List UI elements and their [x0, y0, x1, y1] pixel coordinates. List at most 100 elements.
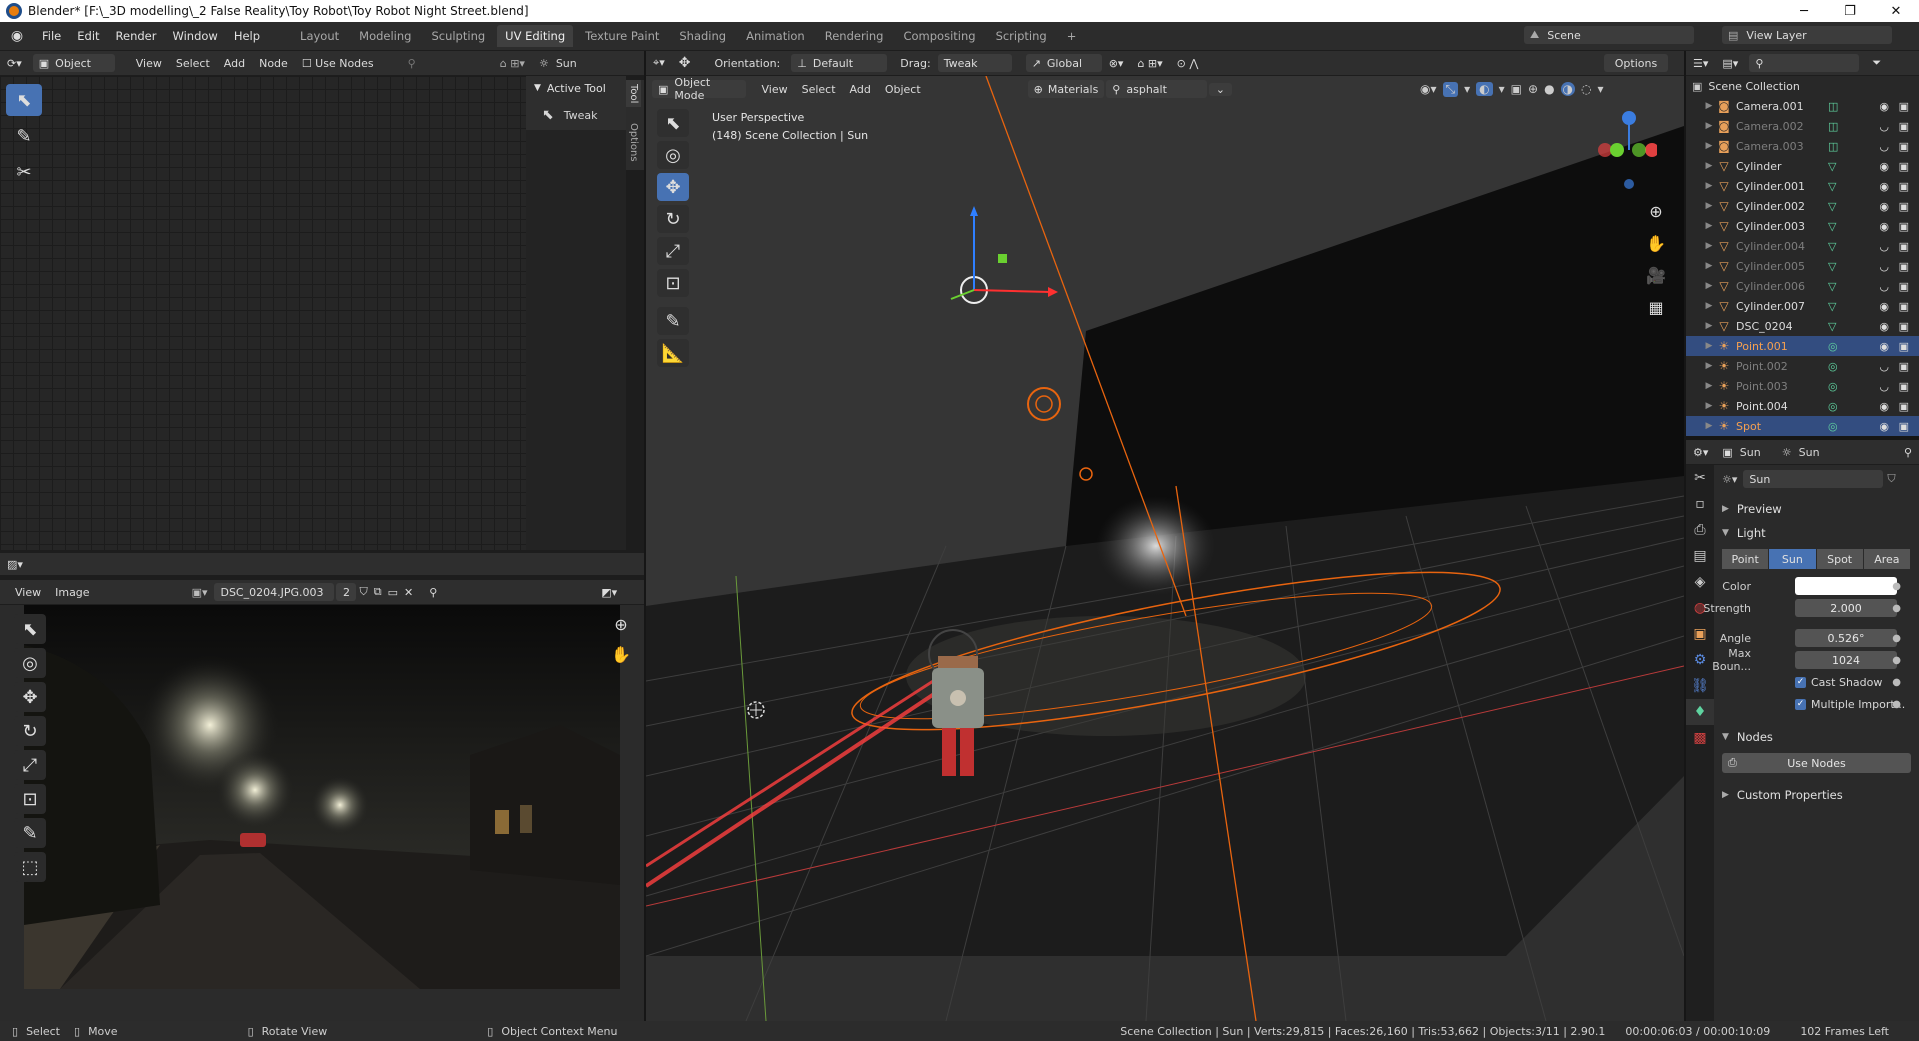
menu-file[interactable]: File: [34, 29, 69, 43]
link-cut-tool-icon[interactable]: ✂: [6, 156, 42, 188]
render-toggle-icon[interactable]: ▣: [1899, 380, 1909, 393]
fake-user-shield-icon[interactable]: ⛉: [1887, 472, 1895, 486]
transform-orientation-select[interactable]: ↗ Global: [1025, 54, 1102, 72]
angle-keyframe-dot[interactable]: ●: [1892, 633, 1901, 644]
nodes-section[interactable]: ▼ Nodes: [1714, 725, 1919, 749]
render-toggle-icon[interactable]: ▣: [1899, 200, 1909, 213]
expand-arrow-icon[interactable]: ▶: [1702, 361, 1716, 371]
light-data-icon[interactable]: ◎: [1828, 400, 1838, 413]
outliner-item[interactable]: ▶ ☀ Point.001 ◎ ◉ ▣: [1686, 336, 1919, 356]
pan-icon[interactable]: ✋: [1640, 228, 1672, 260]
image-name-field[interactable]: DSC_0204.JPG.003: [214, 583, 335, 601]
cursor-tool-icon[interactable]: ◎: [14, 648, 46, 678]
color-swatch[interactable]: [1795, 577, 1897, 595]
camera-data-icon[interactable]: ◫: [1828, 120, 1838, 133]
mesh-data-icon[interactable]: ▽: [1828, 160, 1836, 173]
outliner-item-name[interactable]: Cylinder.005: [1736, 260, 1828, 273]
tab-modeling[interactable]: Modeling: [351, 25, 419, 47]
options-dropdown[interactable]: Options: [1604, 54, 1668, 72]
tab-rendering[interactable]: Rendering: [817, 25, 892, 47]
viewport-menu-add[interactable]: Add: [843, 83, 878, 96]
camera-data-icon[interactable]: ◫: [1828, 100, 1838, 113]
node-menu-select[interactable]: Select: [169, 57, 217, 70]
outliner-item[interactable]: ▶ ▽ Cylinder.002 ▽ ◉ ▣: [1686, 196, 1919, 216]
visibility-eye-icon[interactable]: ◡: [1879, 280, 1889, 293]
render-toggle-icon[interactable]: ▣: [1899, 280, 1909, 293]
viewport-menu-view[interactable]: View: [754, 83, 794, 96]
mesh-data-icon[interactable]: ▽: [1828, 180, 1836, 193]
measure-tool-icon[interactable]: 📐: [657, 339, 689, 367]
outliner-item[interactable]: ▶ ▽ Cylinder.007 ▽ ◉ ▣: [1686, 296, 1919, 316]
outliner-item-name[interactable]: Camera.001: [1736, 100, 1828, 113]
image-pan-icon[interactable]: ✋: [606, 645, 636, 664]
menu-help[interactable]: Help: [226, 29, 268, 43]
display-mode-select-icon[interactable]: ▤▾: [1715, 57, 1745, 70]
render-toggle-icon[interactable]: ▣: [1899, 300, 1909, 313]
modifier-tab-icon[interactable]: ⚙: [1686, 647, 1714, 673]
add-workspace-button[interactable]: +: [1059, 25, 1085, 47]
material-search-field[interactable]: ⚲ asphalt: [1106, 80, 1207, 98]
light-browse-icon[interactable]: ☼▾: [1722, 473, 1737, 486]
outliner-item[interactable]: ▶ ☀ Point.003 ◎ ◡ ▣: [1686, 376, 1919, 396]
visibility-eye-icon[interactable]: ◡: [1879, 380, 1889, 393]
node-editor-canvas[interactable]: [0, 76, 526, 550]
outliner-type-icon[interactable]: ☰▾: [1686, 57, 1715, 70]
active-tool-panel-header[interactable]: ▼ Active Tool: [526, 76, 626, 100]
mesh-data-icon[interactable]: ▽: [1828, 200, 1836, 213]
render-toggle-icon[interactable]: ▣: [1899, 420, 1909, 433]
tab-compositing[interactable]: Compositing: [895, 25, 983, 47]
render-toggle-icon[interactable]: ▣: [1899, 140, 1909, 153]
maximize-button[interactable]: ❐: [1827, 0, 1873, 22]
viewport-type-icon[interactable]: ⌖▾: [646, 56, 672, 70]
outliner-item-name[interactable]: Spot: [1736, 420, 1828, 433]
ortho-toggle-icon[interactable]: ▦: [1640, 292, 1672, 324]
unlink-image-icon[interactable]: ✕: [401, 586, 416, 599]
viewport-select-tool-icon[interactable]: ⬉: [657, 109, 689, 137]
solid-shading-icon[interactable]: ●: [1544, 82, 1554, 96]
outliner-item[interactable]: ▶ ▽ Cylinder.003 ▽ ◉ ▣: [1686, 216, 1919, 236]
angle-field[interactable]: 0.526°: [1795, 629, 1897, 647]
render-toggle-icon[interactable]: ▣: [1899, 120, 1909, 133]
image-scale-tool-icon[interactable]: ⤢: [14, 750, 46, 780]
viewport-transform-tool-icon[interactable]: ⊡: [657, 269, 689, 297]
expand-arrow-icon[interactable]: ▶: [1702, 341, 1716, 351]
materials-select[interactable]: ⊕ Materials: [1027, 80, 1105, 98]
filter-icon[interactable]: ⏷: [1865, 56, 1888, 70]
preview-section[interactable]: ▶ Preview: [1714, 497, 1919, 521]
visibility-eye-icon[interactable]: ◉: [1879, 300, 1889, 313]
outliner-item-name[interactable]: Point.003: [1736, 380, 1828, 393]
render-toggle-icon[interactable]: ▣: [1899, 340, 1909, 353]
mesh-data-icon[interactable]: ▽: [1828, 300, 1836, 313]
light-data-icon[interactable]: ◎: [1828, 420, 1838, 433]
expand-arrow-icon[interactable]: ▶: [1702, 301, 1716, 311]
node-menu-view[interactable]: View: [129, 57, 169, 70]
outliner-item[interactable]: ▶ ☀ Point.002 ◎ ◡ ▣: [1686, 356, 1919, 376]
render-toggle-icon[interactable]: ▣: [1899, 400, 1909, 413]
mode-select[interactable]: ▣ Object Mode: [652, 76, 747, 102]
scene-tab-icon[interactable]: ◈: [1686, 569, 1714, 595]
custom-properties-section[interactable]: ▶ Custom Properties: [1714, 783, 1919, 807]
outliner-item-name[interactable]: Point.004: [1736, 400, 1828, 413]
outliner-item[interactable]: ▶ ☀ Point.004 ◎ ◉ ▣: [1686, 396, 1919, 416]
outliner-search[interactable]: ⚲: [1749, 54, 1860, 72]
pin-icon[interactable]: ⚲: [401, 57, 423, 70]
viewport-menu-object[interactable]: Object: [878, 83, 928, 96]
scene-selector[interactable]: ⛰ Scene: [1524, 26, 1694, 44]
image-annotate-tool-icon[interactable]: ✎: [14, 818, 46, 848]
light-data-name[interactable]: Sun: [1743, 470, 1884, 488]
outliner-item-name[interactable]: Cylinder.007: [1736, 300, 1828, 313]
viewport-menu-select[interactable]: Select: [795, 83, 843, 96]
proportional-edit-icon[interactable]: ⊙ ⋀: [1170, 57, 1206, 70]
expand-arrow-icon[interactable]: ▶: [1702, 101, 1716, 111]
camera-view-icon[interactable]: 🎥: [1640, 260, 1672, 292]
close-button[interactable]: ✕: [1873, 0, 1919, 22]
image-editor-canvas[interactable]: [0, 605, 644, 1021]
expand-arrow-icon[interactable]: ▶: [1702, 241, 1716, 251]
image-editor-type-icon[interactable]: ▨▾: [0, 558, 30, 571]
tool-tab-icon[interactable]: ✂: [1686, 465, 1714, 491]
outliner-item[interactable]: ▶ ▽ Cylinder.001 ▽ ◉ ▣: [1686, 176, 1919, 196]
material-shading-icon[interactable]: ◑: [1560, 82, 1576, 96]
new-image-icon[interactable]: ⧉: [371, 585, 385, 599]
render-toggle-icon[interactable]: ▣: [1899, 220, 1909, 233]
menu-render[interactable]: Render: [108, 29, 165, 43]
